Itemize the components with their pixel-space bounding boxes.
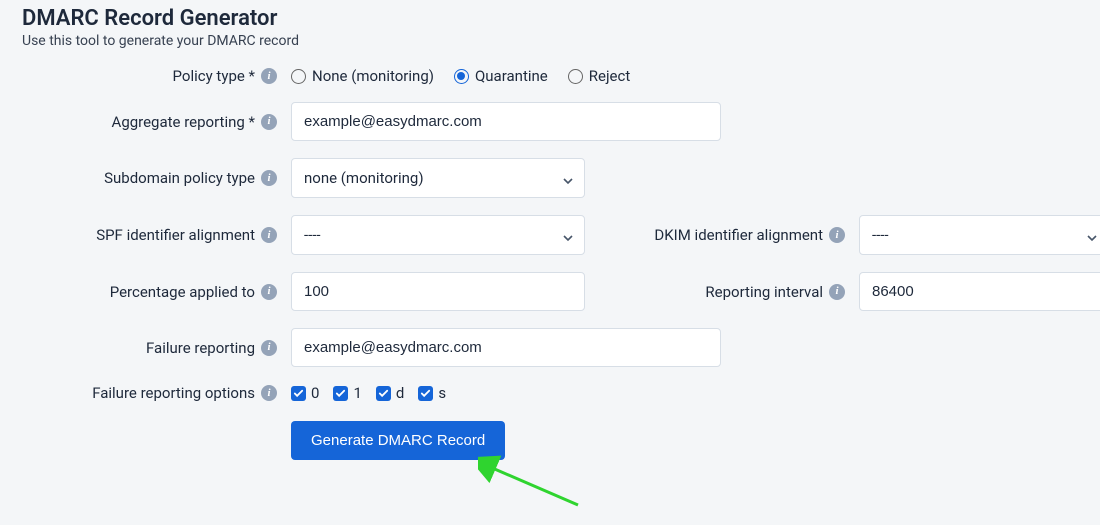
checkbox-label: 1 bbox=[353, 384, 361, 402]
select-value: ---- bbox=[872, 226, 889, 244]
page-subtitle: Use this tool to generate your DMARC rec… bbox=[22, 33, 1078, 49]
chevron-down-icon bbox=[562, 173, 572, 183]
info-icon[interactable]: i bbox=[261, 284, 277, 300]
info-icon[interactable]: i bbox=[261, 385, 277, 401]
label-dkim-alignment: DKIM identifier alignment bbox=[654, 226, 823, 244]
radio-label: Reject bbox=[589, 67, 631, 85]
info-icon[interactable]: i bbox=[261, 170, 277, 186]
checkbox-icon bbox=[376, 386, 391, 401]
policy-type-radio-group: None (monitoring) Quarantine Reject bbox=[291, 67, 630, 85]
spf-alignment-select[interactable]: ---- bbox=[291, 215, 585, 255]
info-icon[interactable]: i bbox=[261, 114, 277, 130]
radio-quarantine[interactable]: Quarantine bbox=[454, 67, 548, 85]
label-spf-alignment: SPF identifier alignment bbox=[96, 226, 255, 244]
checkbox-s[interactable]: s bbox=[418, 384, 446, 402]
reporting-interval-input[interactable] bbox=[859, 272, 1100, 311]
radio-label: Quarantine bbox=[475, 67, 548, 85]
checkbox-icon bbox=[333, 386, 348, 401]
page-title: DMARC Record Generator bbox=[22, 6, 1078, 31]
radio-reject[interactable]: Reject bbox=[568, 67, 631, 85]
generate-button[interactable]: Generate DMARC Record bbox=[291, 421, 505, 460]
label-percentage: Percentage applied to bbox=[110, 283, 255, 301]
info-icon[interactable]: i bbox=[261, 340, 277, 356]
select-value: ---- bbox=[304, 226, 321, 244]
label-failure-options: Failure reporting options bbox=[92, 384, 255, 402]
checkbox-0[interactable]: 0 bbox=[291, 384, 319, 402]
label-aggregate-reporting: Aggregate reporting * bbox=[112, 113, 255, 131]
radio-label: None (monitoring) bbox=[312, 67, 434, 85]
checkbox-label: s bbox=[438, 384, 446, 402]
failure-options-group: 0 1 d s bbox=[291, 384, 446, 402]
label-subdomain-policy: Subdomain policy type bbox=[104, 169, 255, 187]
radio-icon bbox=[454, 69, 469, 84]
percentage-input[interactable] bbox=[291, 272, 585, 311]
info-icon[interactable]: i bbox=[261, 68, 277, 84]
annotation-arrow-icon bbox=[478, 455, 588, 515]
checkbox-icon bbox=[291, 386, 306, 401]
failure-reporting-input[interactable] bbox=[291, 328, 721, 367]
dkim-alignment-select[interactable]: ---- bbox=[859, 215, 1100, 255]
subdomain-policy-select[interactable]: none (monitoring) bbox=[291, 158, 585, 198]
chevron-down-icon bbox=[562, 230, 572, 240]
info-icon[interactable]: i bbox=[829, 227, 845, 243]
checkbox-label: d bbox=[396, 384, 404, 402]
radio-icon bbox=[291, 69, 306, 84]
select-value: none (monitoring) bbox=[304, 169, 424, 187]
checkbox-d[interactable]: d bbox=[376, 384, 404, 402]
label-reporting-interval: Reporting interval bbox=[705, 283, 823, 301]
label-failure-reporting: Failure reporting bbox=[146, 339, 255, 357]
checkbox-icon bbox=[418, 386, 433, 401]
chevron-down-icon bbox=[1086, 230, 1096, 240]
checkbox-1[interactable]: 1 bbox=[333, 384, 361, 402]
label-policy-type: Policy type * bbox=[173, 67, 255, 85]
checkbox-label: 0 bbox=[311, 384, 319, 402]
radio-none[interactable]: None (monitoring) bbox=[291, 67, 434, 85]
info-icon[interactable]: i bbox=[261, 227, 277, 243]
radio-icon bbox=[568, 69, 583, 84]
info-icon[interactable]: i bbox=[829, 284, 845, 300]
aggregate-reporting-input[interactable] bbox=[291, 102, 721, 141]
